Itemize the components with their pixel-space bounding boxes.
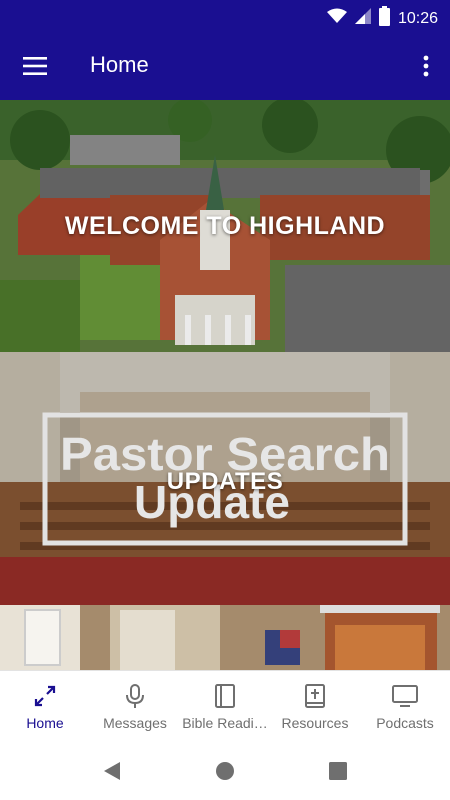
nav-podcasts[interactable]: Podcasts	[360, 671, 450, 743]
more-vert-icon	[423, 55, 429, 77]
hamburger-menu-icon	[23, 57, 47, 75]
back-button[interactable]	[100, 759, 124, 783]
sanctuary-card[interactable]	[0, 605, 450, 670]
nav-bible-reading[interactable]: Bible Readi…	[180, 671, 270, 743]
recents-icon	[329, 762, 347, 780]
bible-plus-icon	[305, 684, 325, 708]
nav-podcasts-label: Podcasts	[376, 715, 434, 731]
home-icon	[216, 762, 234, 780]
battery-icon	[378, 6, 390, 31]
menu-button[interactable]	[14, 46, 56, 86]
nav-resources-label: Resources	[281, 715, 349, 731]
system-home-button[interactable]	[213, 759, 237, 783]
status-bar: 10:26	[0, 0, 450, 32]
signal-icon	[354, 8, 371, 29]
nav-messages-label: Messages	[103, 715, 167, 731]
updates-card-title: UPDATES	[166, 468, 284, 495]
nav-home-label: Home	[26, 715, 64, 731]
bottom-navigation: Home Messages Bible Readi… Resources Pod…	[0, 670, 450, 742]
status-icons: 10:26	[326, 6, 438, 31]
status-time: 10:26	[397, 9, 438, 27]
tv-icon	[392, 685, 418, 707]
back-icon	[104, 762, 120, 780]
nav-messages[interactable]: Messages	[90, 671, 180, 743]
recents-button[interactable]	[326, 759, 350, 783]
welcome-card-title: WELCOME TO HIGHLAND	[64, 212, 386, 240]
book-icon	[215, 684, 235, 708]
home-feed: WELCOME TO HIGHLAND Pastor Search Update…	[0, 100, 450, 670]
microphone-icon	[126, 684, 144, 708]
app-bar: Home	[0, 32, 450, 100]
nav-resources[interactable]: Resources	[270, 671, 360, 743]
app-screen: 10:26 Home WELCOME TO HIGHLAND Pastor Se…	[0, 0, 450, 800]
nav-bible-reading-label: Bible Readi…	[182, 715, 268, 731]
nav-home[interactable]: Home	[0, 671, 90, 743]
system-navigation-bar	[0, 742, 450, 800]
page-title: Home	[90, 52, 149, 77]
home-arrows-icon	[34, 685, 56, 707]
updates-card[interactable]: Pastor Search Update UPDATES	[0, 352, 450, 605]
overflow-menu-button[interactable]	[416, 46, 436, 86]
welcome-card[interactable]: WELCOME TO HIGHLAND	[0, 100, 450, 352]
wifi-icon	[326, 8, 347, 29]
sanctuary-screen-image	[0, 605, 450, 670]
